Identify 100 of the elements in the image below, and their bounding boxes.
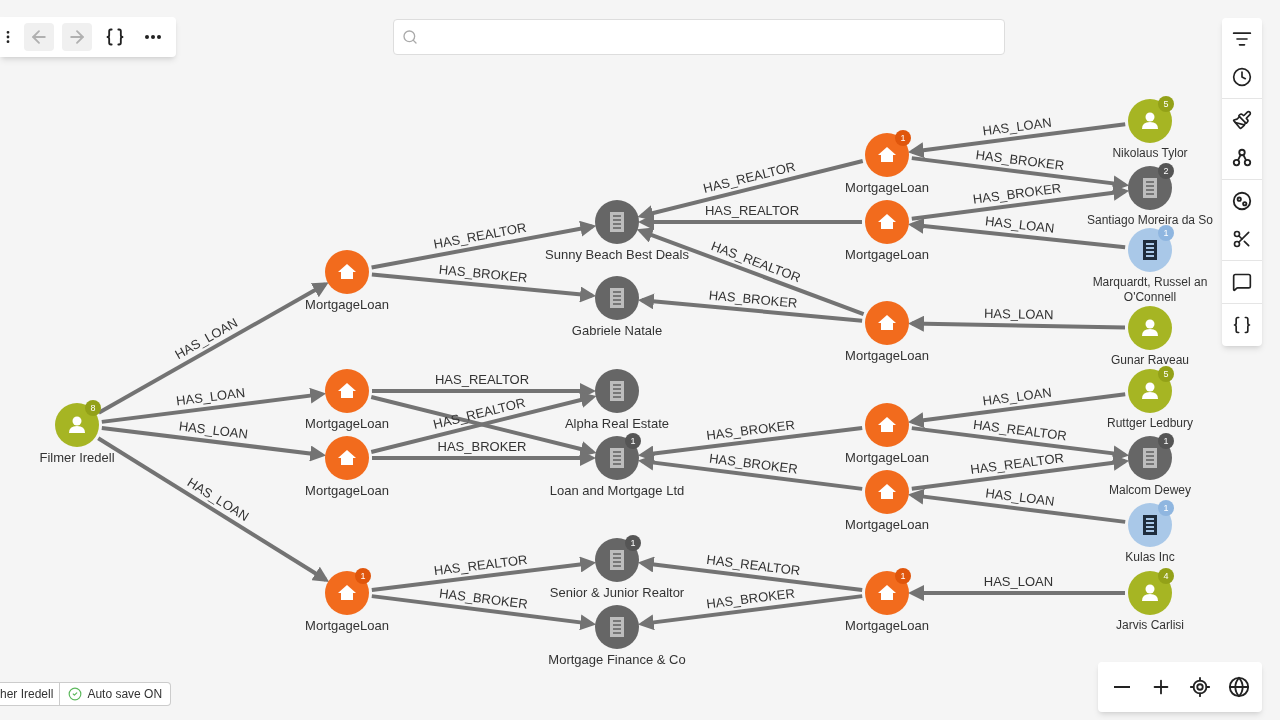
node-label: Gunar Raveau bbox=[1110, 353, 1189, 367]
globe-icon bbox=[1227, 676, 1250, 698]
building-icon bbox=[1143, 448, 1157, 468]
house-icon bbox=[338, 264, 356, 279]
node-label: Nikolaus Tylor bbox=[1112, 146, 1188, 160]
edge-label: HAS_BROKER bbox=[437, 439, 527, 454]
brush-icon bbox=[1232, 110, 1252, 130]
edge-label: HAS_REALTOR bbox=[434, 372, 530, 387]
edge-label: HAS_REALTOR bbox=[705, 551, 802, 579]
loan-node[interactable] bbox=[325, 250, 369, 294]
loan-node[interactable] bbox=[865, 200, 909, 244]
edge-label: HAS_LOAN bbox=[175, 384, 246, 409]
more-icon bbox=[145, 35, 161, 39]
edge-label: HAS_REALTOR bbox=[704, 203, 800, 218]
autosave-toggle[interactable]: Auto save ON bbox=[59, 683, 171, 705]
filter-icon bbox=[1232, 29, 1252, 49]
loan-node[interactable] bbox=[325, 436, 369, 480]
node-label: Mortgage Finance & Co bbox=[548, 652, 686, 667]
node-label: MortgageLoan bbox=[845, 517, 929, 532]
loan-node[interactable] bbox=[865, 403, 909, 447]
node-label: MortgageLoan bbox=[305, 297, 389, 312]
circle-dots-icon bbox=[1231, 190, 1253, 212]
house-icon bbox=[878, 585, 896, 600]
edge-label: HAS_BROKER bbox=[708, 450, 799, 477]
forward-arrow-icon bbox=[67, 27, 87, 47]
search-icon bbox=[402, 29, 418, 45]
edge-label: HAS_LOAN bbox=[983, 305, 1054, 323]
search-field[interactable] bbox=[393, 19, 1005, 55]
comment-icon bbox=[1232, 272, 1252, 292]
house-icon bbox=[878, 484, 896, 499]
building-icon bbox=[610, 617, 624, 637]
count-badge: 1 bbox=[1158, 225, 1174, 241]
scissors-icon bbox=[1232, 229, 1252, 249]
count-badge: 4 bbox=[1158, 568, 1174, 584]
edge-label: HAS_REALTOR bbox=[969, 450, 1065, 478]
building-icon bbox=[610, 448, 624, 468]
person-icon bbox=[69, 416, 85, 433]
braces-icon bbox=[1232, 315, 1252, 335]
node-label: Malcom Dewey bbox=[1109, 483, 1191, 497]
person-icon bbox=[1142, 584, 1158, 601]
edge-label: HAS_BROKER bbox=[705, 417, 796, 443]
house-icon bbox=[878, 417, 896, 432]
edge-label: HAS_BROKER bbox=[972, 180, 1063, 207]
edge-label: HAS_BROKER bbox=[974, 147, 1065, 174]
count-badge: 1 bbox=[895, 130, 911, 146]
count-badge: 1 bbox=[1158, 500, 1174, 516]
node-label: MortgageLoan bbox=[845, 180, 929, 195]
node-label: MortgageLoan bbox=[305, 416, 389, 431]
edge-label: HAS_LOAN bbox=[983, 574, 1054, 589]
node-label: Gabriele Natale bbox=[571, 323, 663, 338]
node-label: Sunny Beach Best Deals bbox=[545, 247, 689, 262]
count-badge: 1 bbox=[895, 568, 911, 584]
status-text: her Iredell bbox=[0, 686, 55, 703]
node-label: Santiago Moreira da So bbox=[1086, 213, 1214, 227]
count-badge: 1 bbox=[625, 535, 641, 551]
clock-icon bbox=[1232, 67, 1252, 87]
node-label: Alpha Real Estate bbox=[564, 416, 670, 431]
building-icon bbox=[610, 288, 624, 308]
edge-label: HAS_BROKER bbox=[438, 261, 529, 286]
node-label: Filmer Iredell bbox=[39, 450, 115, 465]
node-label: Jarvis Carlisi bbox=[1116, 618, 1184, 632]
count-badge: 1 bbox=[355, 568, 371, 584]
node-label: MortgageLoan bbox=[845, 348, 929, 363]
node-label: MortgageLoan bbox=[845, 450, 929, 465]
node-label: MortgageLoan bbox=[305, 483, 389, 498]
house-icon bbox=[338, 383, 356, 398]
node-label: Senior & Junior Realtor bbox=[549, 585, 685, 600]
loan-node[interactable] bbox=[865, 470, 909, 514]
building-icon bbox=[610, 550, 624, 570]
loan-node[interactable] bbox=[325, 369, 369, 413]
node-label: Marquardt, Russel an O'Connell bbox=[1092, 275, 1208, 304]
person-icon bbox=[1142, 112, 1158, 129]
check-icon bbox=[68, 687, 83, 701]
nodes-icon bbox=[1231, 147, 1253, 169]
count-badge: 8 bbox=[85, 400, 101, 416]
edge-label: HAS_BROKER bbox=[438, 585, 529, 612]
edge-label: HAS_LOAN bbox=[981, 384, 1053, 409]
house-icon bbox=[878, 214, 896, 229]
edge-label: HAS_BROKER bbox=[708, 287, 798, 311]
building-icon bbox=[1143, 240, 1157, 260]
edge-label: HAS_REALTOR bbox=[972, 416, 1068, 444]
locate-icon bbox=[1188, 676, 1211, 698]
node-label: Loan and Mortgage Ltd bbox=[549, 483, 685, 498]
person-node[interactable] bbox=[1128, 306, 1172, 350]
edge-label: HAS_LOAN bbox=[984, 213, 1055, 236]
node-label: Kulas Inc bbox=[1125, 550, 1175, 564]
count-badge: 5 bbox=[1158, 366, 1174, 382]
count-badge: 2 bbox=[1158, 163, 1174, 179]
person-icon bbox=[1142, 319, 1158, 336]
edge-label: HAS_BROKER bbox=[705, 585, 796, 612]
house-icon bbox=[878, 147, 896, 162]
building-icon bbox=[1143, 515, 1157, 535]
count-badge: 1 bbox=[1158, 433, 1174, 449]
building-icon bbox=[1143, 178, 1157, 198]
edge-label: HAS_LOAN bbox=[984, 485, 1056, 509]
node-label: MortgageLoan bbox=[845, 618, 929, 633]
node-label: MortgageLoan bbox=[305, 618, 389, 633]
house-icon bbox=[338, 450, 356, 465]
loan-node[interactable] bbox=[865, 301, 909, 345]
edge-label: HAS_LOAN bbox=[981, 114, 1053, 139]
